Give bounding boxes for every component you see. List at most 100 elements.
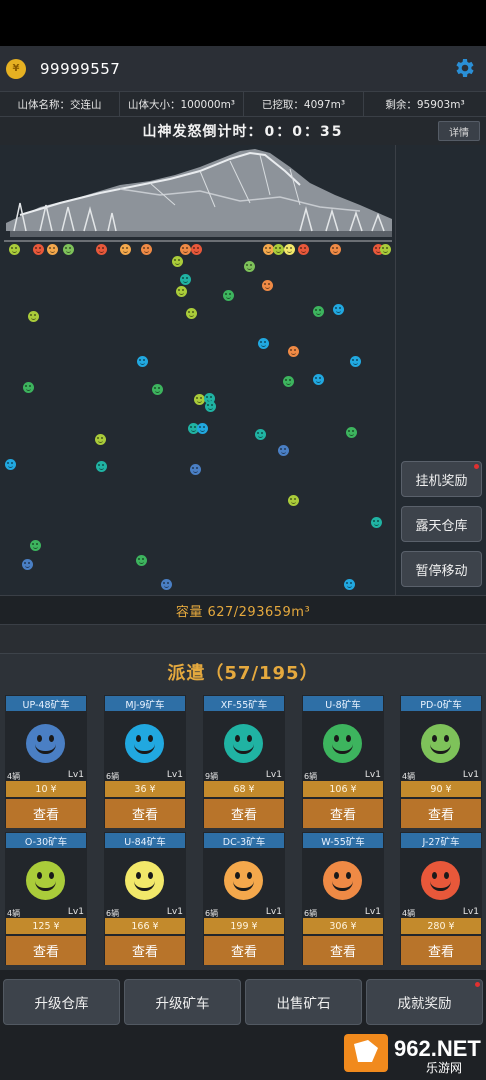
miner-sprite <box>176 286 187 297</box>
smiley-icon <box>421 724 460 763</box>
cart-price: 280 ¥ <box>401 918 481 934</box>
cart-name: W-55矿车 <box>303 833 383 848</box>
upgrade-cart-button[interactable]: 升级矿车 <box>124 979 241 1025</box>
cart-level: Lv1 <box>166 907 183 917</box>
miner-sprite <box>63 244 74 255</box>
miner-sprite <box>186 308 197 319</box>
miner-sprite <box>180 274 191 285</box>
miner-sprite <box>191 244 202 255</box>
smiley-icon <box>125 861 164 900</box>
miner-sprite <box>313 306 324 317</box>
cart-level: Lv1 <box>265 907 282 917</box>
miner-sprite <box>344 579 355 590</box>
miner-sprite <box>255 429 266 440</box>
mountain-info-row: 山体名称：交连山 山体大小：100000m³ 已挖取：4097m³ 剩余：959… <box>0 91 486 117</box>
miner-sprite <box>47 244 58 255</box>
currency-bar: ¥ 99999557 <box>0 46 486 91</box>
miner-sprite <box>258 338 269 349</box>
cart-card: U-84矿车 6辆 Lv1 166 ¥ 查看 <box>104 832 186 965</box>
cart-name: U-84矿车 <box>105 833 185 848</box>
ground-line <box>4 240 392 242</box>
cart-name: PD-0矿车 <box>401 696 481 711</box>
view-button[interactable]: 查看 <box>204 799 284 828</box>
miner-sprite <box>22 559 33 570</box>
watermark-sub: 乐游网 <box>426 1061 462 1075</box>
cart-card: J-27矿车 4辆 Lv1 280 ¥ 查看 <box>400 832 482 965</box>
miner-sprite <box>288 346 299 357</box>
open-storage-button[interactable]: 露天仓库 <box>401 506 482 542</box>
miner-sprite <box>197 423 208 434</box>
miner-sprite <box>180 244 191 255</box>
miner-sprite <box>172 256 183 267</box>
view-button[interactable]: 查看 <box>401 799 481 828</box>
view-button[interactable]: 查看 <box>401 936 481 965</box>
countdown-value: 0：0：35 <box>264 124 344 140</box>
miner-sprite <box>333 304 344 315</box>
miner-sprite <box>284 244 295 255</box>
view-button[interactable]: 查看 <box>6 799 86 828</box>
idle-reward-label: 挂机奖励 <box>415 473 468 489</box>
cart-card: W-55矿车 6辆 Lv1 306 ¥ 查看 <box>302 832 384 965</box>
miner-sprite <box>346 427 357 438</box>
cart-card: U-8矿车 6辆 Lv1 106 ¥ 查看 <box>302 695 384 828</box>
view-button[interactable]: 查看 <box>303 799 383 828</box>
game-screen: ¥ 99999557 山体名称：交连山 山体大小：100000m³ 已挖取：40… <box>0 0 486 1080</box>
smiley-icon <box>26 861 65 900</box>
smiley-icon <box>125 724 164 763</box>
miner-sprite <box>330 244 341 255</box>
miner-sprite <box>283 376 294 387</box>
miner-sprite <box>161 579 172 590</box>
cart-level: Lv1 <box>364 907 381 917</box>
cart-level: Lv1 <box>462 907 479 917</box>
cart-name: XF-55矿车 <box>204 696 284 711</box>
idle-reward-button[interactable]: 挂机奖励 <box>401 461 482 497</box>
miner-sprite <box>262 280 273 291</box>
cart-card: XF-55矿车 9辆 Lv1 68 ¥ 查看 <box>203 695 285 828</box>
miner-sprite <box>30 540 41 551</box>
mountain-name: 山体名称：交连山 <box>0 92 120 116</box>
miner-sprite <box>371 517 382 528</box>
miner-sprite <box>141 244 152 255</box>
detail-button[interactable]: 详情 <box>438 121 480 141</box>
view-button[interactable]: 查看 <box>6 936 86 965</box>
miner-sprite <box>350 356 361 367</box>
view-button[interactable]: 查看 <box>204 936 284 965</box>
cart-name: DC-3矿车 <box>204 833 284 848</box>
cart-card: MJ-9矿车 6辆 Lv1 36 ¥ 查看 <box>104 695 186 828</box>
miner-sprite <box>33 244 44 255</box>
sell-ore-label: 出售矿石 <box>276 996 331 1012</box>
cart-name: O-30矿车 <box>6 833 86 848</box>
spacer <box>0 625 486 653</box>
capacity-text: 容量 627/293659m³ <box>175 604 311 620</box>
notification-dot <box>475 982 480 987</box>
cart-price: 90 ¥ <box>401 781 481 797</box>
sell-ore-button[interactable]: 出售矿石 <box>245 979 362 1025</box>
miner-sprite <box>95 434 106 445</box>
smiley-icon <box>421 861 460 900</box>
miner-sprite <box>96 461 107 472</box>
pause-button[interactable]: 暂停移动 <box>401 551 482 587</box>
miner-sprite <box>23 382 34 393</box>
open-storage-label: 露天仓库 <box>415 518 468 534</box>
miner-sprite <box>136 555 147 566</box>
notification-dot <box>474 464 479 469</box>
miner-sprite <box>190 464 201 475</box>
cart-level: Lv1 <box>166 770 183 780</box>
miner-sprite <box>205 401 216 412</box>
coin-amount: 99999557 <box>40 59 121 78</box>
cart-card: O-30矿车 4辆 Lv1 125 ¥ 查看 <box>5 832 87 965</box>
upgrade-storage-button[interactable]: 升级仓库 <box>3 979 120 1025</box>
cart-price: 166 ¥ <box>105 918 185 934</box>
cart-level: Lv1 <box>462 770 479 780</box>
pause-label: 暂停移动 <box>415 563 468 579</box>
view-button[interactable]: 查看 <box>303 936 383 965</box>
cart-price: 10 ¥ <box>6 781 86 797</box>
gear-icon[interactable] <box>452 56 476 80</box>
view-button[interactable]: 查看 <box>105 936 185 965</box>
smiley-icon <box>26 724 65 763</box>
view-button[interactable]: 查看 <box>105 799 185 828</box>
cart-name: U-8矿车 <box>303 696 383 711</box>
countdown-label: 山神发怒倒计时： <box>142 124 263 140</box>
achievement-button[interactable]: 成就奖励 <box>366 979 483 1025</box>
smiley-icon <box>323 861 362 900</box>
